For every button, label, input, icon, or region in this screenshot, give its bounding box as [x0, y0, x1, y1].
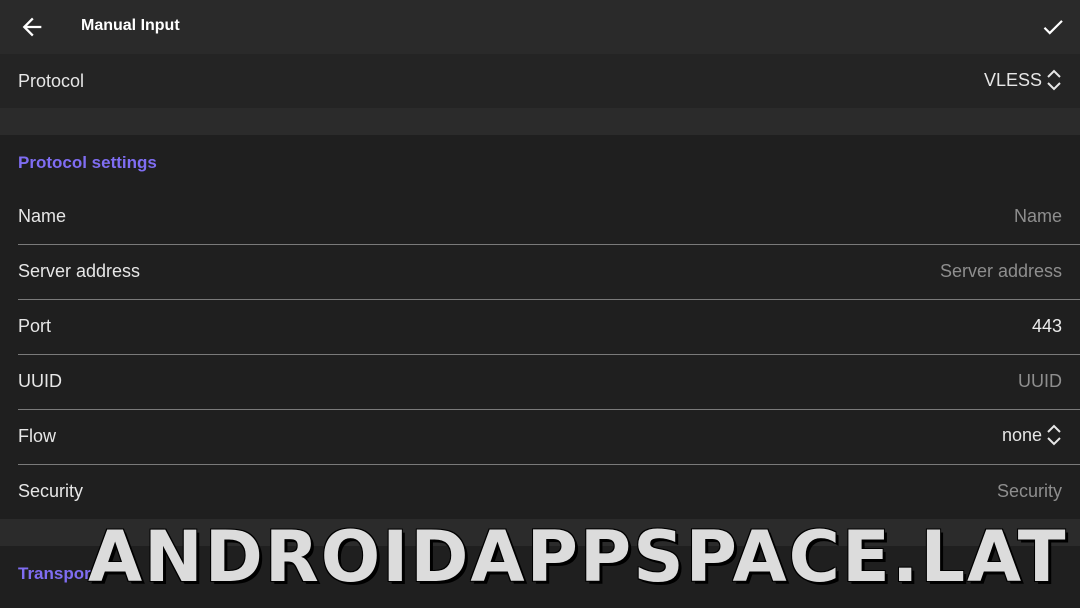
arrow-left-icon[interactable]: [18, 13, 46, 41]
security-placeholder: Security: [996, 481, 1062, 501]
port-label: Port: [18, 316, 52, 336]
server-address-field[interactable]: Server address Server address: [0, 245, 1080, 300]
section-title-transport: Transpor: [18, 564, 91, 583]
security-field[interactable]: Security Security: [0, 465, 1080, 520]
protocol-value-wrap[interactable]: VLESS: [984, 68, 1064, 92]
protocol-settings-section: Protocol settings Name Name Server addre…: [0, 135, 1080, 519]
name-field[interactable]: Name Name: [0, 190, 1080, 245]
section-title-protocol-settings: Protocol settings: [18, 153, 157, 172]
protocol-value: VLESS: [983, 69, 1042, 90]
page-title: Manual Input: [81, 17, 180, 34]
top-app-bar: Manual Input: [0, 0, 1080, 54]
protocol-selector[interactable]: Protocol VLESS: [0, 54, 1080, 108]
unfold-icon: [1047, 424, 1061, 446]
check-icon[interactable]: [1040, 14, 1066, 40]
server-address-placeholder: Server address: [939, 261, 1062, 281]
watermark: ANDROIDAPPSPACE.LAT: [88, 516, 1068, 598]
unfold-icon: [1047, 69, 1061, 91]
protocol-label: Protocol: [18, 71, 85, 91]
port-field[interactable]: Port 443: [0, 300, 1080, 355]
flow-value: none: [1001, 424, 1042, 445]
port-value: 443: [1031, 316, 1062, 336]
section-spacer: [0, 108, 1080, 135]
uuid-label: UUID: [18, 371, 62, 391]
flow-label: Flow: [18, 426, 57, 446]
name-label: Name: [18, 206, 67, 226]
flow-selector[interactable]: Flow none: [0, 410, 1080, 465]
security-label: Security: [18, 481, 84, 501]
server-address-label: Server address: [18, 261, 141, 281]
uuid-placeholder: UUID: [1018, 371, 1062, 391]
uuid-field[interactable]: UUID UUID: [0, 355, 1080, 410]
name-placeholder: Name: [1013, 206, 1062, 226]
flow-value-wrap[interactable]: none: [1002, 423, 1064, 447]
